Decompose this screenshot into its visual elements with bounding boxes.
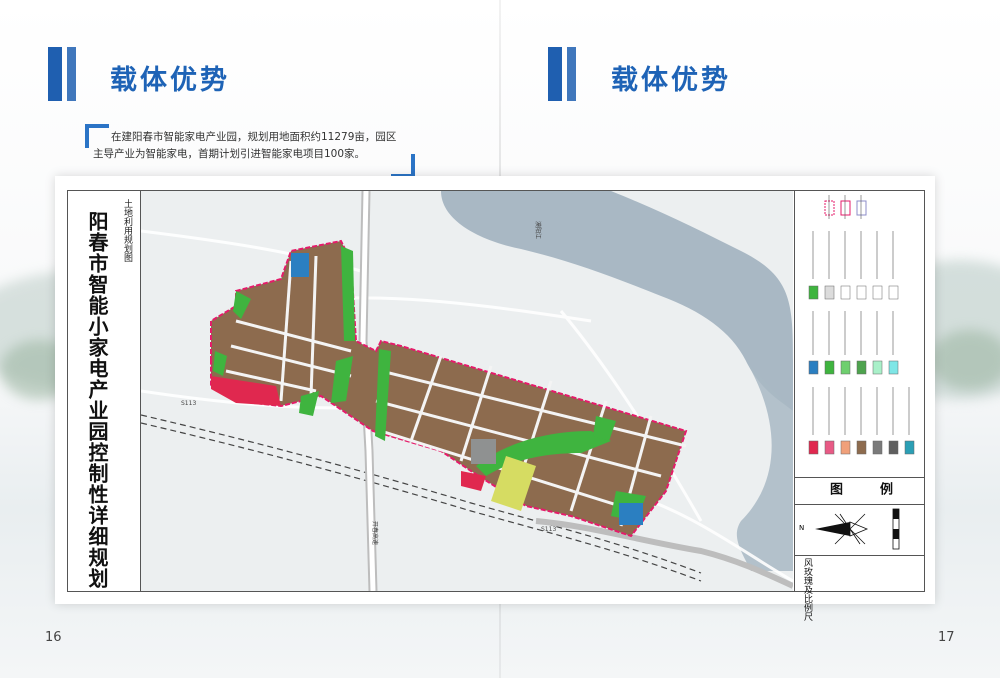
brochure-spread: 载体优势 载体优势 在建阳春市智能家电产业园，规划用地面积约11279亩，园区 … — [0, 0, 1000, 678]
corner-bracket-icon — [85, 124, 109, 148]
map-border: 阳春市智能小家电产业园控制性详细规划 土地利用规划图 S113 S113 开春高… — [67, 190, 925, 621]
legend-title: 图 例 — [795, 477, 925, 505]
map-title-panel: 阳春市智能小家电产业园控制性详细规划 土地利用规划图 — [68, 191, 141, 591]
right-page-title: 载体优势 — [611, 65, 731, 96]
compass-and-scale: N — [795, 504, 925, 554]
land-use-plan-svg: S113 S113 开春高速 漠阳江 — [141, 191, 793, 591]
map-title: 阳春市智能小家电产业园控制性详细规划 — [85, 211, 109, 589]
legend-swatches — [808, 195, 915, 455]
page-number-left: 16 — [45, 630, 62, 645]
map-subtitle: 土地利用规划图 — [122, 199, 132, 262]
map-canvas: S113 S113 开春高速 漠阳江 — [141, 191, 793, 591]
intro-block: 在建阳春市智能家电产业园，规划用地面积约11279亩，园区 主导产业为智能家电，… — [85, 124, 415, 178]
north-arrow-icon — [815, 508, 900, 550]
road-label: S113 — [181, 400, 196, 407]
river-label: 漠阳江 — [534, 221, 542, 239]
background-hill — [930, 330, 1000, 390]
utility-block — [471, 439, 496, 464]
water-block — [619, 503, 643, 525]
legend-title-char: 图 — [827, 482, 842, 495]
scale-caption-text: 风玫瑰及比例尺 — [802, 558, 812, 621]
road-label: 开春高速 — [371, 521, 379, 545]
north-label: N — [799, 524, 805, 532]
road-label: S113 — [541, 526, 556, 533]
legend-title-char: 例 — [877, 482, 892, 495]
intro-line-1: 在建阳春市智能家电产业园，规划用地面积约11279亩，园区 — [111, 131, 397, 143]
scale-caption: 风玫瑰及比例尺 — [795, 555, 925, 621]
land-use-map-figure: 阳春市智能小家电产业园控制性详细规划 土地利用规划图 S113 S113 开春高… — [55, 176, 935, 621]
water-block — [291, 253, 309, 277]
map-legend: 图 例 N 风玫瑰及比例尺 — [794, 191, 925, 621]
page-number-right: 17 — [938, 630, 955, 645]
intro-line-2: 主导产业为智能家电，首期计划引进智能家电项目100家。 — [93, 148, 366, 160]
left-page-title: 载体优势 — [110, 65, 230, 96]
intro-text: 在建阳春市智能家电产业园，规划用地面积约11279亩，园区 主导产业为智能家电，… — [93, 129, 411, 163]
